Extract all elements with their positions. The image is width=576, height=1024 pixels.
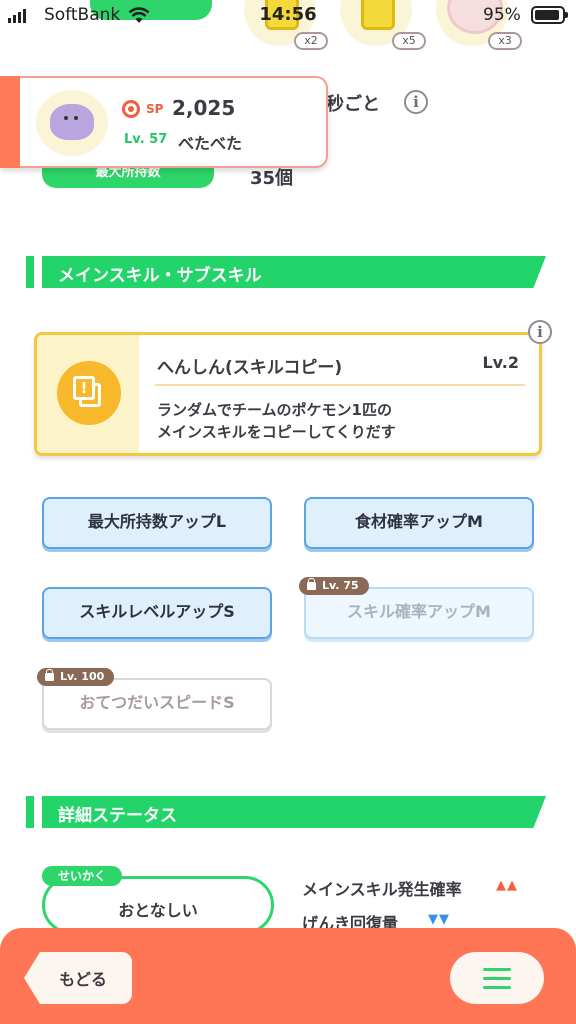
unlock-level-badge: Lv. 100 [37,668,115,686]
sp-label: SP [146,102,164,116]
main-skill-name: へんしん(スキルコピー) [157,358,343,378]
info-icon[interactable]: i [528,320,552,344]
status-bar: SoftBank 14:56 95% [0,0,576,30]
pokemon-level: Lv. 57 [124,132,168,147]
sub-skill-button[interactable]: 食材確率アップM [304,497,534,549]
lock-icon [45,669,54,681]
bottom-bar: もどる [0,928,576,1024]
up-arrows-icon: ▲▲ [496,878,518,893]
battery-percent: 95% [483,5,521,25]
main-skill-card[interactable]: ! へんしん(スキルコピー) Lv.2 ランダムでチームのポケモン1匹の メイン… [34,332,542,456]
info-icon[interactable]: i [404,90,428,114]
section-title: メインスキル・サブスキル [58,266,262,286]
hamburger-menu-icon [483,968,511,995]
section-header-skills: メインスキル・サブスキル [26,256,546,288]
unlock-level-badge: Lv. 75 [299,577,369,595]
main-skill-level: Lv.2 [482,353,519,372]
skill-copy-icon: ! [57,361,121,425]
main-skill-description: ランダムでチームのポケモン1匹の メインスキルをコピーしてくりだす [157,401,396,441]
divider [155,384,525,386]
battery-icon [531,6,568,24]
section-header-details: 詳細ステータス [26,796,546,828]
back-label: もどる [59,970,107,989]
pokemon-card[interactable]: SP 2,025 Lv. 57 べたべた [0,76,328,168]
item-count-badge: x2 [294,32,328,50]
ditto-icon [50,104,94,140]
sub-skill-button[interactable]: 最大所持数アップL [42,497,272,549]
sub-skill-button[interactable]: スキルレベルアップS [42,587,272,639]
nature-effect-up: メインスキル発生確率 [302,880,462,899]
item-count-badge: x5 [392,32,426,50]
nature-tag: せいかく [42,866,122,886]
back-button[interactable]: もどる [24,952,132,1004]
sp-value: 2,025 [172,96,236,120]
menu-button[interactable] [450,952,544,1004]
down-arrows-icon: ▼▼ [428,912,450,927]
section-title: 詳細ステータス [58,806,177,826]
pokemon-avatar [36,90,108,156]
lock-icon [307,578,316,590]
frequency-text: 秒ごと [326,94,380,115]
pokeball-icon [122,100,140,118]
nature-value: おとなしい [118,901,198,920]
card-accent-strip [0,76,20,168]
item-count-badge: x3 [488,32,522,50]
pokemon-nickname: べたべた [178,134,243,153]
